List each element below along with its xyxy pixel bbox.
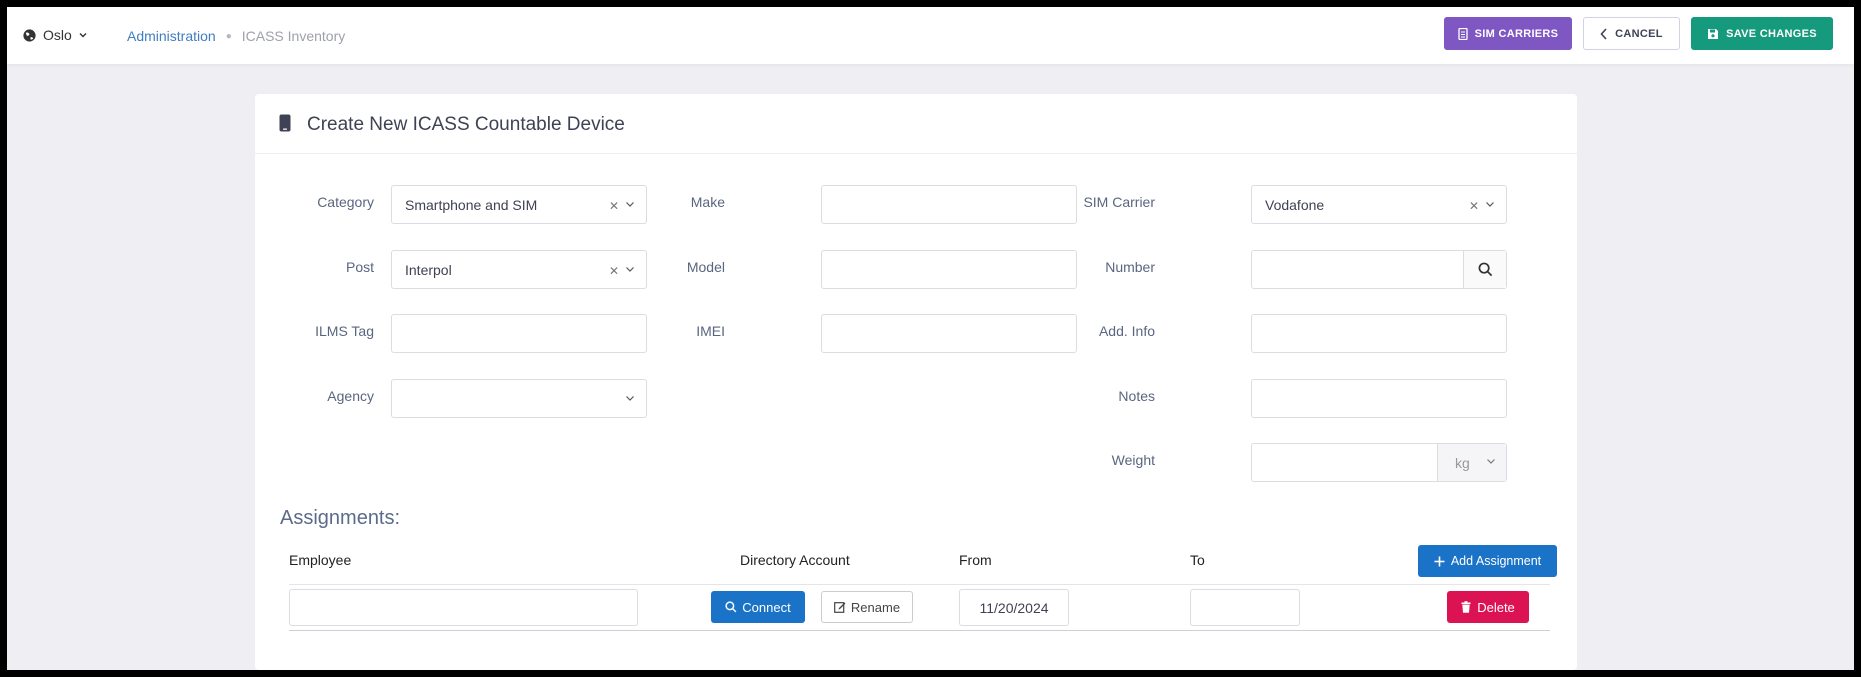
add-assignment-button[interactable]: Add Assignment bbox=[1418, 545, 1557, 577]
sim-carriers-label: SIM CARRIERS bbox=[1474, 27, 1559, 40]
agency-select[interactable] bbox=[391, 379, 647, 418]
imei-label: IMEI bbox=[696, 323, 725, 339]
agency-label: Agency bbox=[327, 388, 374, 404]
weight-label: Weight bbox=[1111, 452, 1155, 468]
cancel-label: CANCEL bbox=[1615, 27, 1663, 40]
breadcrumb: Administration ● ICASS Inventory bbox=[127, 28, 345, 44]
chevron-down-icon bbox=[1487, 459, 1495, 464]
post-value: Interpol bbox=[405, 261, 452, 278]
sim-carrier-select[interactable]: Vodafone ✕ bbox=[1251, 185, 1507, 224]
add-info-input[interactable] bbox=[1251, 314, 1507, 353]
make-label: Make bbox=[690, 194, 725, 210]
connect-label: Connect bbox=[742, 599, 791, 615]
chevron-down-icon bbox=[79, 33, 87, 38]
employee-input[interactable] bbox=[289, 589, 638, 626]
plus-icon bbox=[1434, 556, 1445, 566]
trash-icon bbox=[1461, 601, 1471, 613]
sim-carrier-label: SIM Carrier bbox=[1083, 194, 1155, 210]
page-title: Create New ICASS Countable Device bbox=[307, 114, 625, 135]
chevron-down-icon bbox=[1486, 202, 1494, 207]
post-label: Post bbox=[345, 259, 374, 275]
to-date-input[interactable] bbox=[1190, 589, 1300, 626]
globe-icon bbox=[23, 28, 36, 42]
rename-button[interactable]: Rename bbox=[821, 591, 913, 623]
edit-icon bbox=[834, 602, 846, 613]
table-bottom-divider bbox=[289, 630, 1550, 631]
from-date-input[interactable]: 11/20/2024 bbox=[959, 589, 1069, 626]
card-header: Create New ICASS Countable Device bbox=[255, 94, 1577, 154]
app-window: Oslo Administration ● ICASS Inventory SI… bbox=[7, 7, 1854, 670]
cancel-button[interactable]: CANCEL bbox=[1583, 17, 1680, 50]
add-info-label: Add. Info bbox=[1098, 323, 1155, 339]
device-form-card: Create New ICASS Countable Device Catego… bbox=[255, 94, 1577, 670]
breadcrumb-administration[interactable]: Administration bbox=[127, 28, 216, 44]
column-to: To bbox=[1190, 552, 1205, 568]
number-label: Number bbox=[1105, 259, 1155, 275]
notes-input[interactable] bbox=[1251, 379, 1507, 418]
breadcrumb-icass-inventory: ICASS Inventory bbox=[241, 28, 346, 44]
category-label: Category bbox=[317, 194, 374, 210]
sim-carrier-value: Vodafone bbox=[1265, 196, 1325, 213]
rename-label: Rename bbox=[850, 599, 901, 615]
mobile-phone-icon bbox=[279, 114, 291, 132]
add-assignment-label: Add Assignment bbox=[1450, 554, 1542, 568]
category-value: Smartphone and SIM bbox=[405, 196, 538, 213]
save-changes-button[interactable]: SAVE CHANGES bbox=[1691, 17, 1833, 50]
column-from: From bbox=[959, 552, 992, 568]
search-icon bbox=[725, 601, 737, 613]
top-bar: Oslo Administration ● ICASS Inventory SI… bbox=[7, 7, 1854, 64]
notes-label: Notes bbox=[1118, 388, 1155, 404]
column-directory-account: Directory Account bbox=[740, 552, 850, 568]
weight-unit-value: kg bbox=[1455, 454, 1470, 471]
location-selector[interactable]: Oslo bbox=[22, 27, 88, 43]
sim-carriers-button[interactable]: SIM CARRIERS bbox=[1444, 17, 1572, 50]
assignments-heading: Assignments: bbox=[280, 507, 401, 529]
delete-label: Delete bbox=[1477, 599, 1515, 615]
location-label: Oslo bbox=[43, 27, 72, 43]
save-changes-label: SAVE CHANGES bbox=[1726, 27, 1817, 40]
chevron-left-icon bbox=[1600, 27, 1607, 40]
clear-icon[interactable]: ✕ bbox=[1469, 199, 1479, 213]
weight-field[interactable]: kg bbox=[1251, 443, 1507, 482]
search-icon bbox=[1478, 262, 1492, 277]
model-label: Model bbox=[686, 259, 725, 275]
table-divider bbox=[289, 584, 1550, 585]
breadcrumb-separator: ● bbox=[225, 30, 232, 42]
document-icon bbox=[1458, 27, 1468, 40]
connect-button[interactable]: Connect bbox=[711, 591, 805, 623]
number-search-button[interactable] bbox=[1463, 251, 1506, 288]
floppy-disk-icon bbox=[1708, 28, 1719, 39]
weight-unit-select[interactable]: kg bbox=[1437, 444, 1506, 481]
chevron-down-icon bbox=[626, 396, 634, 401]
number-field[interactable] bbox=[1251, 250, 1507, 289]
delete-button[interactable]: Delete bbox=[1447, 591, 1529, 623]
ilms-tag-label: ILMS Tag bbox=[315, 323, 374, 339]
column-employee: Employee bbox=[289, 552, 352, 568]
